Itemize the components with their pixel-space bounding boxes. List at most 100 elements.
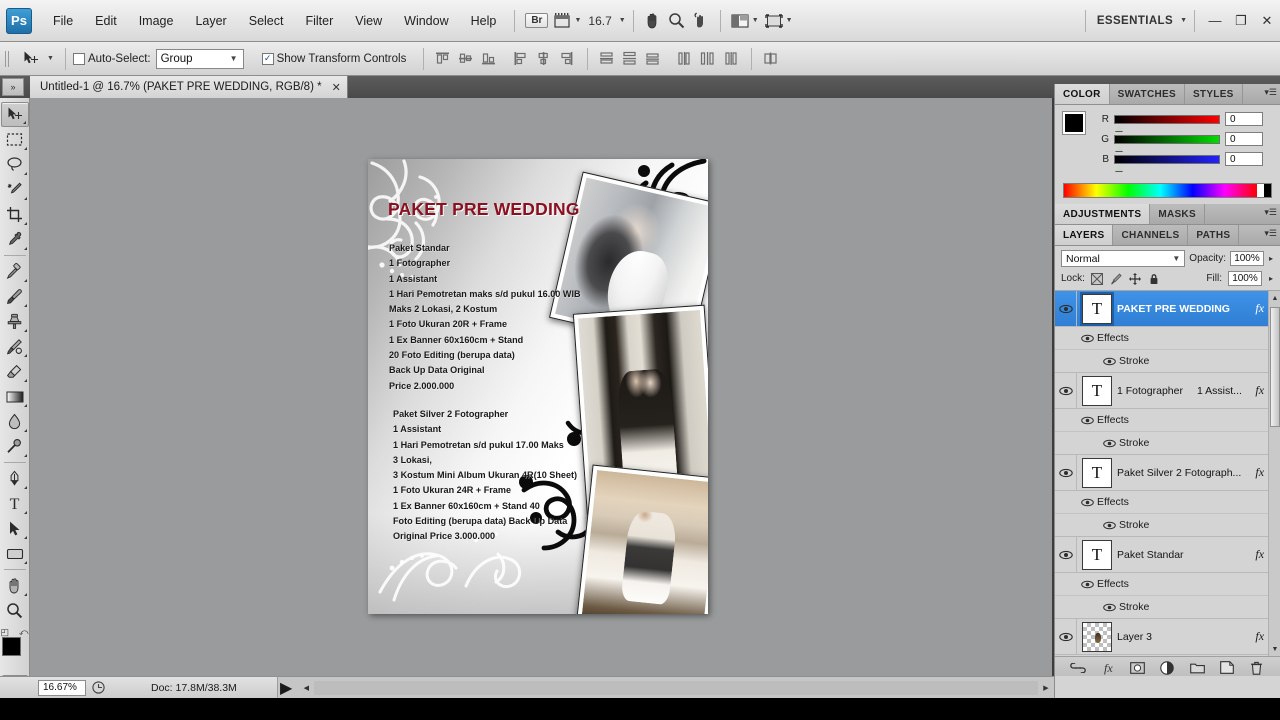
layer-effects-row-2[interactable]: Effects	[1055, 491, 1280, 514]
channel-r-slider[interactable]	[1114, 114, 1220, 131]
layer-visibility-toggle-1[interactable]	[1055, 373, 1077, 408]
zoom-tool[interactable]	[1, 598, 29, 623]
eraser-tool[interactable]	[1, 359, 29, 384]
channel-b-value[interactable]: 0	[1225, 152, 1263, 166]
status-preview-arrow-icon[interactable]	[92, 681, 105, 694]
layer-fx-badge-2[interactable]: fx	[1255, 465, 1268, 480]
tool-preset-picker[interactable]: ▼	[15, 46, 58, 72]
panel-collapse-button[interactable]: »	[2, 78, 24, 96]
opacity-field[interactable]: 100%	[1229, 251, 1264, 266]
layer-effects-row-0[interactable]: Effects	[1055, 327, 1280, 350]
rotate-view-tool-button[interactable]	[689, 10, 713, 32]
layer-stroke-row-2[interactable]: Stroke	[1055, 514, 1280, 537]
new-adjustment-layer-icon[interactable]	[1159, 660, 1175, 676]
hscroll-track[interactable]	[314, 681, 1038, 695]
color-panel-menu-button[interactable]: ▾☰	[1264, 87, 1277, 98]
fill-field[interactable]: 100%	[1227, 271, 1262, 286]
tab-styles[interactable]: STYLES	[1185, 84, 1243, 104]
layers-panel-menu-button[interactable]: ▾☰	[1264, 228, 1277, 239]
auto-select-checkbox[interactable]	[72, 52, 85, 65]
layer-effects-row-3[interactable]: Effects	[1055, 573, 1280, 596]
distribute-bottom-edges-button[interactable]	[641, 48, 663, 70]
blend-mode-dropdown[interactable]: Normal ▼	[1061, 250, 1186, 267]
layer-visibility-toggle-3[interactable]	[1055, 537, 1077, 572]
artwork-block-standar[interactable]: Paket Standar 1 Fotographer 1 Assistant …	[389, 241, 581, 394]
artwork-title[interactable]: PAKET PRE WEDDING	[388, 199, 580, 220]
layer-effects-row-4[interactable]: Effects	[1055, 655, 1280, 656]
menu-view[interactable]: View	[344, 10, 393, 32]
layer-fx-badge-4[interactable]: fx	[1255, 629, 1268, 644]
view-extras-button[interactable]: ▼	[551, 10, 584, 32]
crop-tool[interactable]	[1, 202, 29, 227]
clone-stamp-tool[interactable]	[1, 309, 29, 334]
layer-row-paket-pre-wedding[interactable]: T PAKET PRE WEDDING fx ▲	[1055, 291, 1280, 327]
effects-visibility-toggle-0[interactable]	[1077, 327, 1097, 349]
tab-adjustments[interactable]: ADJUSTMENTS	[1055, 204, 1151, 224]
layer-visibility-toggle-0[interactable]	[1055, 291, 1077, 326]
color-panel-swatches[interactable]	[1062, 111, 1097, 146]
lock-image-pixels-icon[interactable]	[1110, 272, 1123, 285]
launch-bridge-button[interactable]: Br	[522, 10, 551, 32]
tab-layers[interactable]: LAYERS	[1055, 225, 1114, 245]
menu-window[interactable]: Window	[393, 10, 459, 32]
layer-stroke-row-0[interactable]: Stroke	[1055, 350, 1280, 373]
lock-all-icon[interactable]	[1148, 272, 1161, 285]
new-group-icon[interactable]	[1189, 660, 1205, 676]
layer-row-paket-standar[interactable]: T Paket Standar fx ▲	[1055, 537, 1280, 573]
tab-channels[interactable]: CHANNELS	[1113, 225, 1189, 245]
layer-visibility-toggle-4[interactable]	[1055, 619, 1077, 654]
horizontal-scrollbar[interactable]: ▶ ◀ ▶	[277, 677, 1054, 699]
layer-name-1[interactable]: 1 Fotographer 1 Assist...	[1117, 385, 1255, 397]
menu-file[interactable]: File	[42, 10, 84, 32]
effects-visibility-toggle-1[interactable]	[1077, 409, 1097, 431]
effects-visibility-toggle-3[interactable]	[1077, 573, 1097, 595]
channel-g-value[interactable]: 0	[1225, 132, 1263, 146]
stroke-visibility-toggle-0[interactable]	[1099, 350, 1119, 372]
layer-thumbnail-4[interactable]	[1082, 621, 1112, 652]
layer-stroke-row-3[interactable]: Stroke	[1055, 596, 1280, 619]
delete-layer-icon[interactable]	[1249, 660, 1265, 676]
horizontal-type-tool[interactable]: T	[1, 491, 29, 516]
channel-b-slider[interactable]	[1114, 154, 1220, 171]
photo-couple-beach[interactable]	[576, 464, 708, 614]
lock-transparent-pixels-icon[interactable]	[1091, 272, 1104, 285]
tab-swatches[interactable]: SWATCHES	[1110, 84, 1185, 104]
show-transform-checkbox[interactable]: ✓	[261, 52, 274, 65]
gradient-tool[interactable]	[1, 384, 29, 409]
layer-effects-row-1[interactable]: Effects	[1055, 409, 1280, 432]
layer-thumbnail-0[interactable]: T	[1080, 291, 1114, 326]
lock-position-icon[interactable]	[1129, 272, 1142, 285]
rectangular-marquee-tool[interactable]	[1, 127, 29, 152]
align-top-edges-button[interactable]	[431, 48, 453, 70]
stroke-visibility-toggle-3[interactable]	[1099, 596, 1119, 618]
effects-visibility-toggle-2[interactable]	[1077, 491, 1097, 513]
layer-name-0[interactable]: PAKET PRE WEDDING	[1117, 303, 1255, 315]
photoshop-logo[interactable]: Ps	[6, 7, 32, 34]
color-spectrum-ramp[interactable]	[1063, 183, 1272, 198]
layer-name-2[interactable]: Paket Silver 2 Fotograph...	[1117, 467, 1255, 479]
fill-stepper[interactable]: ▸	[1268, 274, 1274, 283]
canvas-area[interactable]: PAKET PRE WEDDING Paket Standar 1 Fotogr…	[30, 98, 1052, 676]
align-left-edges-button[interactable]	[509, 48, 531, 70]
zoom-tool-button[interactable]	[665, 10, 689, 32]
layers-scroll-thumb[interactable]	[1270, 307, 1280, 427]
layer-row-1-fotographer[interactable]: T 1 Fotographer 1 Assist... fx ▲	[1055, 373, 1280, 409]
layer-fx-badge-1[interactable]: fx	[1255, 383, 1268, 398]
close-button[interactable]: ✕	[1254, 8, 1280, 34]
hand-tool[interactable]	[1, 573, 29, 598]
menu-image[interactable]: Image	[128, 10, 185, 32]
layer-thumbnail-2[interactable]: T	[1082, 457, 1112, 488]
pen-tool[interactable]	[1, 466, 29, 491]
layers-scrollbar[interactable]: ▲ ▼	[1268, 291, 1280, 656]
layer-row-layer-3[interactable]: Layer 3 fx ▲	[1055, 619, 1280, 655]
hscroll-right-arrow-icon[interactable]: ▶	[1038, 680, 1054, 696]
channel-g-slider[interactable]	[1114, 134, 1220, 151]
distribute-horizontal-centers-button[interactable]	[696, 48, 718, 70]
layer-name-3[interactable]: Paket Standar	[1117, 549, 1255, 561]
channel-r-value[interactable]: 0	[1225, 112, 1263, 126]
brush-tool[interactable]	[1, 284, 29, 309]
tab-masks[interactable]: MASKS	[1150, 204, 1205, 224]
quick-selection-tool[interactable]	[1, 177, 29, 202]
color-channel-b[interactable]: B 0	[1101, 152, 1272, 171]
menu-layer[interactable]: Layer	[184, 10, 237, 32]
